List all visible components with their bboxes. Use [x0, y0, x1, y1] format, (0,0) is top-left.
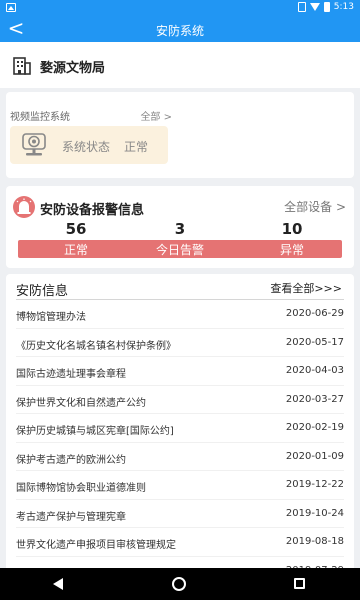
camera-icon [22, 133, 46, 156]
system-status-value: 正常 [124, 140, 149, 154]
security-info-list: 博物馆管理办法 2020-06-29 《历史文化名城名镇名村保护条例》 2020-0… [6, 300, 354, 574]
image-notification-icon [6, 3, 16, 12]
list-item-date: 2020-01-09 [285, 450, 344, 462]
stat-abnormal-count: 10 [281, 220, 303, 238]
list-item-title: 保护历史城镇与城区宪章[国际公约] [16, 426, 174, 437]
list-item-title: 国际古迹遗址理事会章程 [16, 369, 126, 380]
list-item-date: 2020-03-27 [285, 393, 344, 405]
list-item-date: 2019-12-22 [285, 479, 344, 490]
clock: 5:13 [333, 2, 354, 12]
stat-normal-count: 56 [65, 220, 87, 238]
all-devices-link[interactable]: 全部设备 > [284, 198, 346, 215]
list-item[interactable]: 《历史文化名城名镇名村保护条例》 2020-05-17 [16, 329, 344, 357]
system-back-icon[interactable] [53, 578, 63, 590]
video-monitor-title: 视频监控系统 [10, 112, 70, 123]
list-item[interactable]: 保护历史城镇与城区宪章[国际公约] 2020-02-19 [16, 414, 344, 443]
wifi-icon [309, 3, 320, 11]
list-item[interactable]: 保护世界文化和自然遗产公约 2020-03-27 [16, 386, 344, 414]
org-header: 婺源文物局 [0, 42, 360, 88]
alarm-title: 安防设备报警信息 [40, 203, 145, 218]
system-recents-icon[interactable] [294, 578, 305, 589]
list-item-title: 世界文化遗产申报项目审核管理规定 [16, 540, 176, 551]
status-bar: 5:13 [0, 0, 360, 16]
security-info-title: 安防信息 [16, 284, 69, 299]
video-monitor-all-link[interactable]: 全部 > [140, 108, 172, 123]
list-item[interactable]: 保护考古遗产的欧洲公约 2020-01-09 [16, 443, 344, 471]
list-item-date: 2020-06-29 [285, 308, 344, 319]
list-item[interactable]: 考古遗产保护与管理宪章 2019-10-24 [16, 500, 344, 528]
list-item-date: 2020-05-17 [285, 336, 344, 348]
security-info-card: 安防信息 查看全部>>> 博物馆管理办法 2020-06-29 《历史文化名城名镇… [6, 274, 354, 574]
system-home-icon[interactable] [172, 577, 186, 591]
list-item-date: 2020-04-03 [285, 365, 344, 376]
system-status-label: 系统状态 [62, 140, 111, 154]
stat-normal-label[interactable]: 正常 [36, 241, 116, 258]
vibrate-icon [297, 2, 306, 12]
stat-today-alarm-label[interactable]: 今日告警 [140, 241, 220, 258]
list-item-title: 保护世界文化和自然遗产公约 [16, 397, 146, 409]
battery-icon [323, 2, 330, 12]
list-item-title: 考古遗产保护与管理宪章 [16, 511, 126, 523]
alarm-stats-bar: 正常 今日告警 异常 [18, 240, 342, 258]
view-all-link[interactable]: 查看全部>>> [270, 280, 342, 296]
alarm-light-icon [13, 196, 35, 218]
system-nav-bar [0, 568, 360, 600]
list-item-date: 2020-02-19 [285, 422, 344, 433]
list-item-title: 博物馆管理办法 [16, 312, 86, 323]
page-title: 安防系统 [155, 24, 204, 38]
list-item[interactable]: 国际博物馆协会职业道德准则 2019-12-22 [16, 471, 344, 500]
list-item[interactable]: 国际古迹遗址理事会章程 2020-04-03 [16, 357, 344, 386]
video-monitor-card: 视频监控系统 全部 > 系统状态 正常 [6, 92, 354, 178]
org-name: 婺源文物局 [40, 61, 106, 76]
alarm-card: 安防设备报警信息 全部设备 > 56 3 10 正常 今日告警 异常 [6, 186, 354, 268]
list-item-date: 2019-10-24 [285, 507, 344, 519]
list-item[interactable]: 世界文化遗产申报项目审核管理规定 2019-08-18 [16, 528, 344, 557]
stat-today-alarm-count: 3 [174, 220, 186, 238]
building-icon [13, 57, 31, 75]
app-bar: < 安防系统 [0, 16, 360, 42]
stat-abnormal-label[interactable]: 异常 [252, 241, 332, 258]
system-status-tile[interactable]: 系统状态 正常 [10, 126, 168, 164]
list-item-date: 2019-08-18 [285, 536, 344, 547]
status-icons: 5:13 [297, 2, 354, 12]
list-item-title: 《历史文化名城名镇名村保护条例》 [16, 340, 176, 352]
list-item[interactable]: 博物馆管理办法 2020-06-29 [16, 300, 344, 329]
list-item-title: 国际博物馆协会职业道德准则 [16, 483, 146, 494]
list-item-title: 保护考古遗产的欧洲公约 [16, 454, 126, 466]
